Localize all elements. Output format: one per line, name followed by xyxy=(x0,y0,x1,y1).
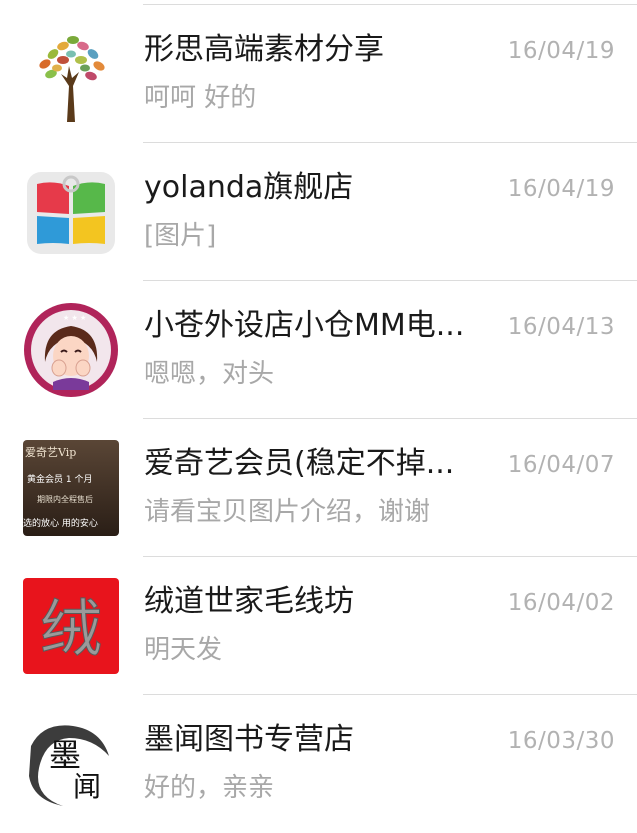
windows-tiles-bag-icon xyxy=(23,164,119,260)
conversation-last-message: [图片] xyxy=(144,221,217,251)
vip-title: 爱奇艺Vip xyxy=(25,446,76,459)
vip-line2: 黄金会员 1 个月 xyxy=(27,473,92,485)
conversation-time: 16/04/19 xyxy=(507,176,615,202)
conversation-row[interactable]: 墨 闻 墨闻图书专营店 16/03/30 好的，亲亲 xyxy=(0,695,637,833)
conversation-name: 爱奇艺会员(稳定不掉... xyxy=(144,446,455,481)
conversation-time: 16/04/19 xyxy=(507,38,615,64)
ink-char-2: 闻 xyxy=(73,770,101,803)
conversation-time: 16/04/07 xyxy=(507,452,615,478)
conversation-row[interactable]: 形思高端素材分享 16/04/19 呵呵 好的 xyxy=(0,5,637,143)
conversation-name: 形思高端素材分享 xyxy=(144,32,384,67)
red-avatar-char: 绒 xyxy=(40,592,102,665)
conversation-row[interactable]: yolanda旗舰店 16/04/19 [图片] xyxy=(0,143,637,281)
ink-char-1: 墨 xyxy=(49,736,81,774)
conversation-last-message: 明天发 xyxy=(144,635,223,665)
vip-line4: 选的放心 用的安心 xyxy=(23,517,98,529)
ink-calligraphy-icon: 墨 闻 xyxy=(23,716,119,812)
conversation-name: 绒道世家毛线坊 xyxy=(144,584,354,619)
conversation-last-message: 好的，亲亲 xyxy=(144,773,275,803)
svg-text:★ ★ ★: ★ ★ ★ xyxy=(63,314,86,322)
conversation-time: 16/04/13 xyxy=(507,314,615,340)
conversation-list: 形思高端素材分享 16/04/19 呵呵 好的 yolanda旗舰店 16/04… xyxy=(0,5,637,833)
conversation-name: 小苍外设店小仓MM电... xyxy=(144,308,465,343)
colorful-tree-icon xyxy=(23,26,119,122)
vip-card-icon: 爱奇艺Vip 黄金会员 1 个月 期限内全程售后 选的放心 用的安心 xyxy=(23,440,119,536)
conversation-row[interactable]: ★ ★ ★ 小苍外设店小仓MM电... 16/04/13 嗯嗯，对头 xyxy=(0,281,637,419)
conversation-last-message: 嗯嗯，对头 xyxy=(144,359,275,389)
conversation-time: 16/04/02 xyxy=(507,590,615,616)
conversation-last-message: 呵呵 好的 xyxy=(144,83,257,113)
conversation-row[interactable]: 爱奇艺Vip 黄金会员 1 个月 期限内全程售后 选的放心 用的安心 爱奇艺会员… xyxy=(0,419,637,557)
red-character-icon: 绒 xyxy=(23,578,119,674)
conversation-row[interactable]: 绒 绒道世家毛线坊 16/04/02 明天发 xyxy=(0,557,637,695)
conversation-time: 16/03/30 xyxy=(507,728,615,754)
conversation-name: yolanda旗舰店 xyxy=(144,170,354,205)
conversation-name: 墨闻图书专营店 xyxy=(144,722,354,757)
conversation-last-message: 请看宝贝图片介绍，谢谢 xyxy=(144,497,431,527)
vip-line3: 期限内全程售后 xyxy=(37,494,93,504)
cartoon-girl-icon: ★ ★ ★ xyxy=(23,302,119,398)
